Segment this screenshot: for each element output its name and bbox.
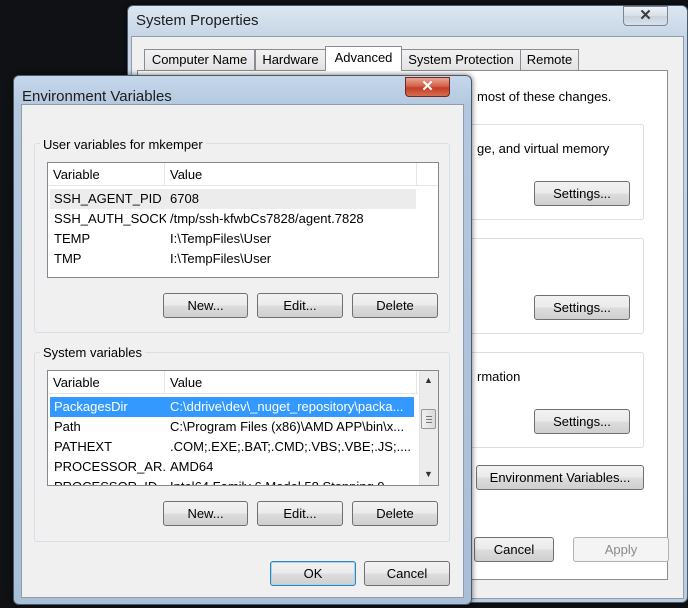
system-variables-label: System variables <box>40 345 145 360</box>
table-row[interactable]: PROCESSOR_ID... Intel64 Family 6 Model 5… <box>50 477 414 485</box>
system-delete-button[interactable]: Delete <box>352 501 438 526</box>
table-row[interactable]: PROCESSOR_AR... AMD64 <box>50 457 414 477</box>
system-properties-cancel-button[interactable]: Cancel <box>474 537 554 562</box>
table-row[interactable]: PackagesDir C:\ddrive\dev\_nuget_reposit… <box>50 397 414 417</box>
table-row[interactable]: SSH_AGENT_PID 6708 <box>50 189 416 209</box>
user-delete-button[interactable]: Delete <box>352 293 438 318</box>
ok-button[interactable]: OK <box>270 561 356 586</box>
tab-computer-name[interactable]: Computer Name <box>144 49 255 70</box>
tab-system-protection[interactable]: System Protection <box>401 49 521 70</box>
tab-hardware[interactable]: Hardware <box>255 49 326 70</box>
system-new-button[interactable]: New... <box>163 501 248 526</box>
scrollbar-thumb[interactable] <box>421 409 436 429</box>
user-variables-list[interactable]: Variable Value SSH_AGENT_PID 6708 SSH_AU… <box>47 162 439 278</box>
table-row[interactable]: SSH_AUTH_SOCK /tmp/ssh-kfwbCs7828/agent.… <box>50 209 416 229</box>
startup-settings-button[interactable]: Settings... <box>534 409 630 434</box>
user-new-button[interactable]: New... <box>163 293 248 318</box>
column-variable[interactable]: Variable <box>48 371 165 394</box>
user-variables-label: User variables for mkemper <box>40 137 206 152</box>
environment-variables-title: Environment Variables <box>22 88 172 105</box>
table-row[interactable]: TMP I:\TempFiles\User <box>50 249 416 269</box>
system-variables-list[interactable]: Variable Value PackagesDir C:\ddrive\dev… <box>47 370 439 486</box>
table-row[interactable]: TEMP I:\TempFiles\User <box>50 229 416 249</box>
system-edit-button[interactable]: Edit... <box>257 501 343 526</box>
system-properties-title: System Properties <box>136 12 259 29</box>
close-icon: ✕ <box>421 78 434 95</box>
scroll-down-arrow-icon[interactable]: ▼ <box>420 466 437 483</box>
user-profiles-settings-button[interactable]: Settings... <box>534 295 630 320</box>
tab-remote[interactable]: Remote <box>520 49 579 70</box>
table-row[interactable]: PATHEXT .COM;.EXE;.BAT;.CMD;.VBS;.VBE;.J… <box>50 437 414 457</box>
performance-description: ge, and virtual memory <box>477 141 610 156</box>
system-properties-close-button[interactable]: ✕ <box>623 6 668 26</box>
scroll-up-arrow-icon[interactable]: ▲ <box>420 372 437 389</box>
env-cancel-button[interactable]: Cancel <box>364 561 450 586</box>
system-list-header: Variable Value <box>48 371 418 394</box>
startup-recovery-description: rmation <box>477 369 521 384</box>
apply-button[interactable]: Apply <box>573 537 669 562</box>
column-value[interactable]: Value <box>165 371 417 394</box>
column-value[interactable]: Value <box>165 163 417 186</box>
user-list-header: Variable Value <box>48 163 438 186</box>
environment-variables-button[interactable]: Environment Variables... <box>476 465 644 490</box>
admin-notice-text: most of these changes. <box>477 89 612 104</box>
table-row[interactable]: Path C:\Program Files (x86)\AMD APP\bin\… <box>50 417 414 437</box>
user-edit-button[interactable]: Edit... <box>257 293 343 318</box>
close-icon: ✕ <box>639 7 652 24</box>
system-list-scrollbar[interactable]: ▲ ▼ <box>419 371 438 485</box>
tab-advanced[interactable]: Advanced <box>325 46 402 71</box>
column-variable[interactable]: Variable <box>48 163 165 186</box>
environment-variables-close-button[interactable]: ✕ <box>405 77 450 97</box>
performance-settings-button[interactable]: Settings... <box>534 181 630 206</box>
